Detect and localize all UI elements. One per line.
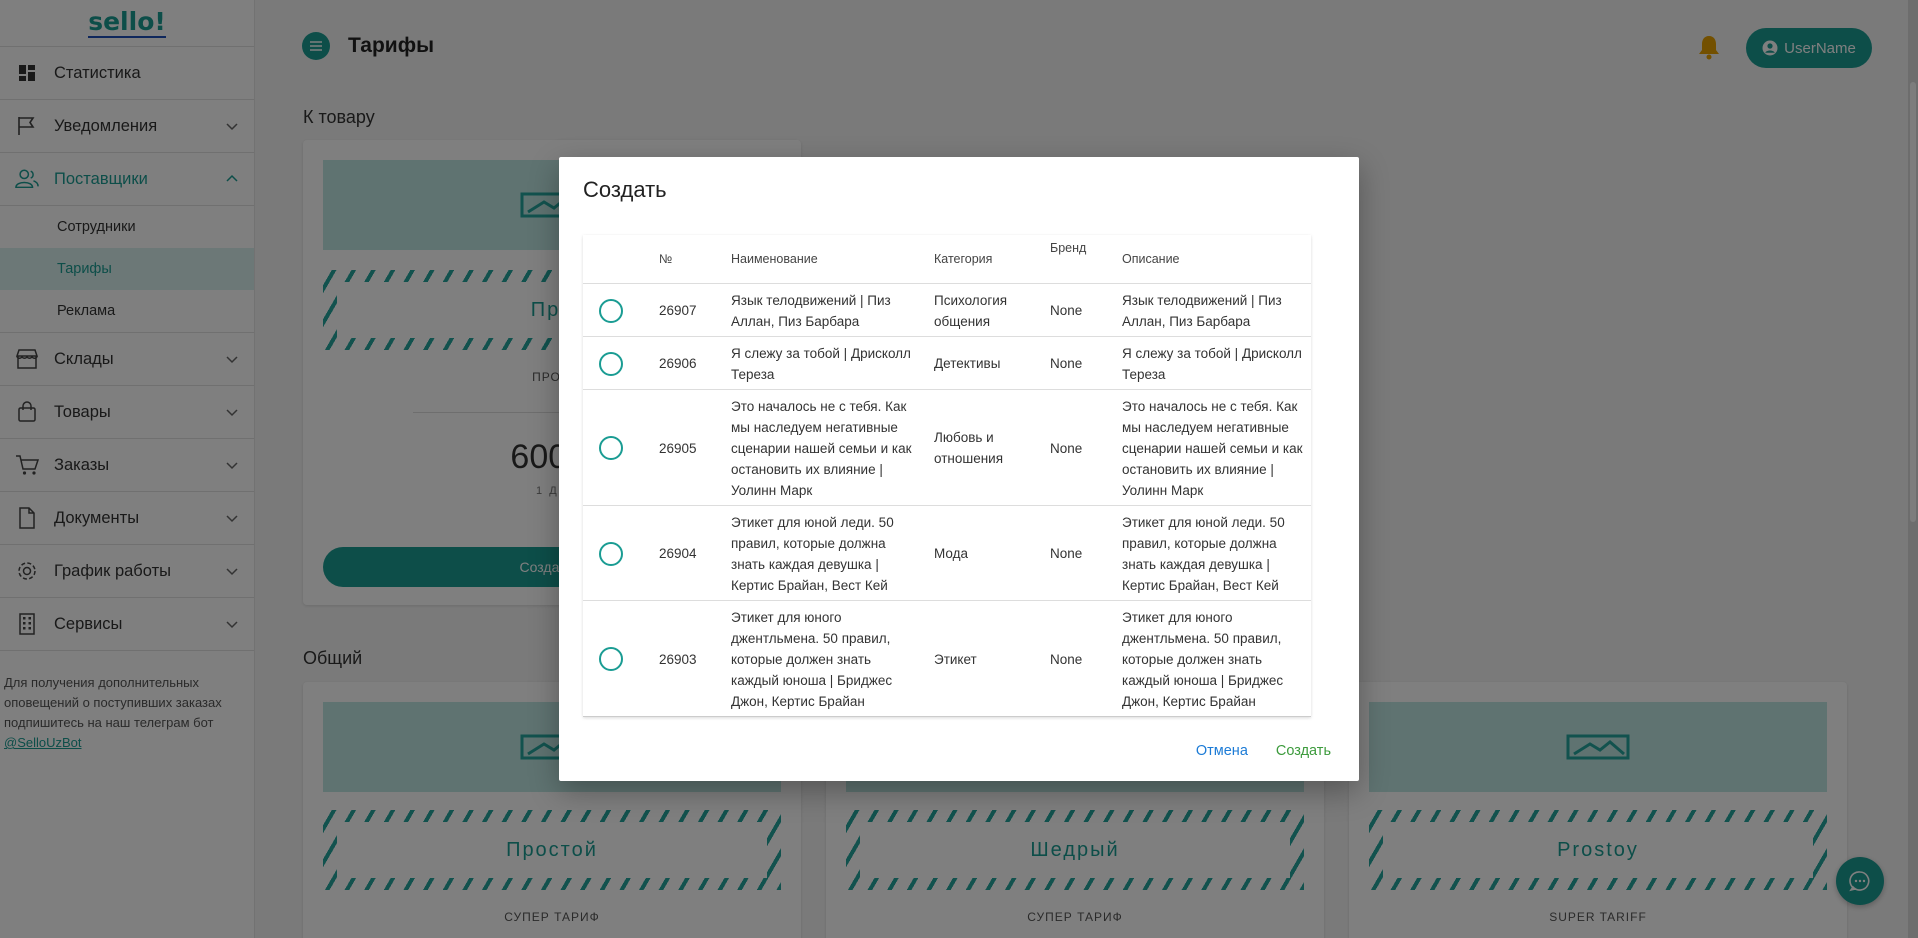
header-number: № — [651, 235, 723, 284]
table-row[interactable]: 26906 Я слежу за тобой | Дрисколл Тереза… — [583, 336, 1311, 390]
select-cell — [583, 283, 651, 337]
header-brand: Бренд — [1042, 235, 1114, 284]
select-cell — [583, 505, 651, 601]
select-cell — [583, 600, 651, 716]
cell-brand: None — [1042, 283, 1114, 337]
cell-category: Этикет — [926, 600, 1042, 716]
cell-description: Этикет для юной леди. 50 правил, которые… — [1114, 505, 1311, 601]
cell-number: 26905 — [651, 389, 723, 506]
cell-brand: None — [1042, 389, 1114, 506]
header-name: Наименование — [723, 235, 926, 284]
cell-category: Любовь и отношения — [926, 389, 1042, 506]
create-dialog: Создать № Наименование Категория Бренд О… — [559, 157, 1359, 781]
products-table: № Наименование Категория Бренд Описание … — [583, 235, 1311, 716]
cancel-button[interactable]: Отмена — [1188, 739, 1256, 763]
cell-number: 26906 — [651, 336, 723, 390]
row-radio[interactable] — [599, 436, 623, 460]
row-radio[interactable] — [599, 541, 623, 566]
cell-name: Это началось не с тебя. Как мы наследуем… — [723, 389, 926, 506]
row-radio[interactable] — [599, 647, 623, 671]
row-radio[interactable] — [599, 351, 623, 376]
cell-category: Психология общения — [926, 283, 1042, 337]
cell-number: 26904 — [651, 505, 723, 601]
table-row[interactable]: 26903 Этикет для юного джентльмена. 50 п… — [583, 600, 1311, 716]
cell-number: 26903 — [651, 600, 723, 716]
cell-brand: None — [1042, 600, 1114, 716]
cell-brand: None — [1042, 336, 1114, 390]
cell-name: Этикет для юного джентльмена. 50 правил,… — [723, 600, 926, 716]
cell-description: Язык телодвижений | Пиз Аллан, Пиз Барба… — [1114, 283, 1311, 337]
cell-description: Это началось не с тебя. Как мы наследуем… — [1114, 389, 1311, 506]
table-header-row: № Наименование Категория Бренд Описание — [583, 235, 1311, 284]
cell-category: Детективы — [926, 336, 1042, 390]
header-description: Описание — [1114, 235, 1311, 284]
header-category: Категория — [926, 235, 1042, 284]
dialog-title: Создать — [583, 177, 667, 202]
cell-name: Этикет для юной леди. 50 правил, которые… — [723, 505, 926, 601]
row-radio[interactable] — [599, 298, 623, 323]
select-cell — [583, 389, 651, 506]
table-row[interactable]: 26904 Этикет для юной леди. 50 правил, к… — [583, 505, 1311, 601]
table-row[interactable]: 26907 Язык телодвижений | Пиз Аллан, Пиз… — [583, 283, 1311, 337]
cell-description: Этикет для юного джентльмена. 50 правил,… — [1114, 600, 1311, 716]
cell-category: Мода — [926, 505, 1042, 601]
page-scrollbar[interactable] — [1908, 0, 1918, 938]
products-table-container[interactable]: № Наименование Категория Бренд Описание … — [583, 235, 1311, 717]
cell-name: Язык телодвижений | Пиз Аллан, Пиз Барба… — [723, 283, 926, 337]
dialog-actions: Отмена Создать — [1188, 739, 1339, 763]
cell-brand: None — [1042, 505, 1114, 601]
cell-name: Я слежу за тобой | Дрисколл Тереза — [723, 336, 926, 390]
cell-description: Я слежу за тобой | Дрисколл Тереза — [1114, 336, 1311, 390]
select-cell — [583, 336, 651, 390]
scrollbar-thumb[interactable] — [1910, 82, 1916, 522]
header-select — [583, 235, 651, 284]
table-row[interactable]: 26905 Это началось не с тебя. Как мы нас… — [583, 389, 1311, 506]
create-button[interactable]: Создать — [1268, 739, 1339, 763]
cell-number: 26907 — [651, 283, 723, 337]
